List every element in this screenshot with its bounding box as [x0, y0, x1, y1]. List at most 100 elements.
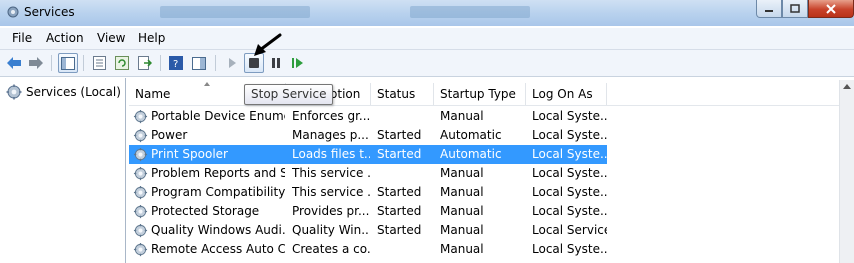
- cell-startup: Automatic: [440, 128, 502, 142]
- blurred-title-region: [410, 6, 530, 18]
- cell-startup: Manual: [440, 109, 484, 123]
- service-gear-icon: [133, 147, 148, 162]
- table-row[interactable]: Program Compatibility ... This service ..…: [129, 183, 607, 202]
- table-row[interactable]: Remote Access Auto C... Creates a co... Ma…: [129, 240, 607, 259]
- cell-startup: Manual: [440, 242, 484, 256]
- cell-logon: Local Syste...: [532, 204, 607, 218]
- blurred-title-region: [160, 6, 310, 18]
- list-header: Name Description Status Startup Type Log…: [129, 83, 839, 106]
- show-action-pane-icon: [192, 56, 206, 70]
- cell-status: Started: [377, 185, 422, 199]
- cell-description: Creates a co...: [292, 242, 370, 256]
- cell-startup: Manual: [440, 166, 484, 180]
- cell-startup: Manual: [440, 185, 484, 199]
- menu-file[interactable]: File: [12, 31, 32, 45]
- refresh-button[interactable]: [112, 53, 132, 73]
- cell-logon: Local Syste...: [532, 185, 607, 199]
- service-gear-icon: [133, 204, 148, 219]
- services-gear-icon: [7, 6, 19, 18]
- cell-status: Started: [377, 147, 422, 161]
- properties-icon: [92, 56, 106, 70]
- close-icon: [826, 3, 836, 14]
- stop-service-tooltip: Stop Service: [244, 84, 334, 105]
- cell-name: Quality Windows Audi...: [151, 223, 285, 237]
- show-hide-console-tree-icon: [61, 56, 75, 70]
- menu-help[interactable]: Help: [138, 31, 165, 45]
- table-row[interactable]: Print Spooler Loads files t... Started Auto…: [129, 145, 607, 164]
- show-hide-console-tree-button[interactable]: [58, 53, 78, 73]
- cell-description: Provides pr...: [292, 204, 370, 218]
- cell-startup: Manual: [440, 204, 484, 218]
- service-gear-icon: [133, 166, 148, 181]
- show-action-pane-button[interactable]: [189, 53, 209, 73]
- scroll-up-icon[interactable]: [843, 84, 851, 89]
- forward-button[interactable]: [26, 53, 46, 73]
- cell-status: Started: [377, 128, 422, 142]
- title-bar: Services: [0, 0, 854, 26]
- cell-status: Started: [377, 204, 422, 218]
- start-service-icon: [229, 58, 236, 68]
- cell-logon: Local Syste...: [532, 166, 607, 180]
- table-row[interactable]: Portable Device Enume... Enforces gr... Ma…: [129, 107, 607, 126]
- service-gear-icon: [133, 242, 148, 257]
- export-list-icon: [138, 56, 152, 70]
- services-list: Name Description Status Startup Type Log…: [129, 80, 839, 263]
- column-header-startup-type[interactable]: Startup Type: [434, 83, 526, 105]
- help-button[interactable]: ?: [166, 53, 186, 73]
- console-tree: Services (Local): [0, 78, 126, 263]
- cell-name: Program Compatibility ...: [151, 185, 285, 199]
- maximize-button[interactable]: [782, 0, 808, 18]
- cell-name: Remote Access Auto C...: [151, 242, 285, 256]
- resume-service-button[interactable]: [288, 53, 308, 73]
- refresh-icon: [115, 56, 129, 70]
- export-list-button[interactable]: [135, 53, 155, 73]
- column-header-log-on-as[interactable]: Log On As: [526, 83, 607, 105]
- help-icon: ?: [169, 56, 183, 70]
- table-row[interactable]: Quality Windows Audi... Quality Win... Sta…: [129, 221, 607, 240]
- sort-ascending-icon: [204, 82, 210, 86]
- cell-name: Portable Device Enume...: [151, 109, 285, 123]
- toolbar-separator: [160, 55, 161, 71]
- cell-logon: Local Service: [532, 223, 607, 237]
- cell-name: Print Spooler: [151, 147, 228, 161]
- cell-name: Power: [151, 128, 188, 142]
- minimize-button[interactable]: [756, 0, 782, 18]
- table-row[interactable]: Power Manages p... Started Automatic Local S…: [129, 126, 607, 145]
- cell-description: This service ...: [292, 166, 370, 180]
- cell-description: Manages p...: [292, 128, 369, 142]
- toolbar-separator: [51, 55, 52, 71]
- cell-status: Started: [377, 223, 422, 237]
- maximize-icon: [790, 4, 800, 13]
- toolbar-separator: [215, 55, 216, 71]
- cell-logon: Local Syste...: [532, 109, 607, 123]
- close-button[interactable]: [808, 0, 854, 18]
- toolbar-separator: [83, 55, 84, 71]
- menu-action[interactable]: Action: [46, 31, 84, 45]
- cell-description: Quality Win...: [292, 223, 370, 237]
- properties-button[interactable]: [89, 53, 109, 73]
- table-row[interactable]: Problem Reports and S... This service ...…: [129, 164, 607, 183]
- menu-bar: File Action View Help: [0, 28, 854, 50]
- service-gear-icon: [133, 128, 148, 143]
- cell-status: [377, 240, 433, 259]
- cell-name: Problem Reports and S...: [151, 166, 285, 180]
- back-button[interactable]: [4, 53, 24, 73]
- back-icon: [7, 57, 21, 69]
- tree-item-services-local[interactable]: Services (Local): [6, 83, 121, 101]
- vertical-scrollbar[interactable]: [839, 80, 854, 263]
- cell-startup: Manual: [440, 223, 484, 237]
- tree-item-label: Services (Local): [26, 85, 121, 99]
- column-header-status[interactable]: Status: [371, 83, 434, 105]
- svg-text:?: ?: [173, 59, 178, 70]
- table-row[interactable]: Protected Storage Provides pr... Started Ma…: [129, 202, 607, 221]
- menu-view[interactable]: View: [97, 31, 125, 45]
- start-service-button[interactable]: [222, 53, 242, 73]
- cell-description: Loads files t...: [292, 147, 370, 161]
- cell-logon: Local Syste...: [532, 242, 607, 256]
- services-gear-icon: [6, 84, 22, 100]
- cell-logon: Local Syste...: [532, 128, 607, 142]
- window-title: Services: [24, 5, 75, 19]
- window-controls: [756, 0, 854, 20]
- service-gear-icon: [133, 185, 148, 200]
- cell-status: [377, 107, 433, 126]
